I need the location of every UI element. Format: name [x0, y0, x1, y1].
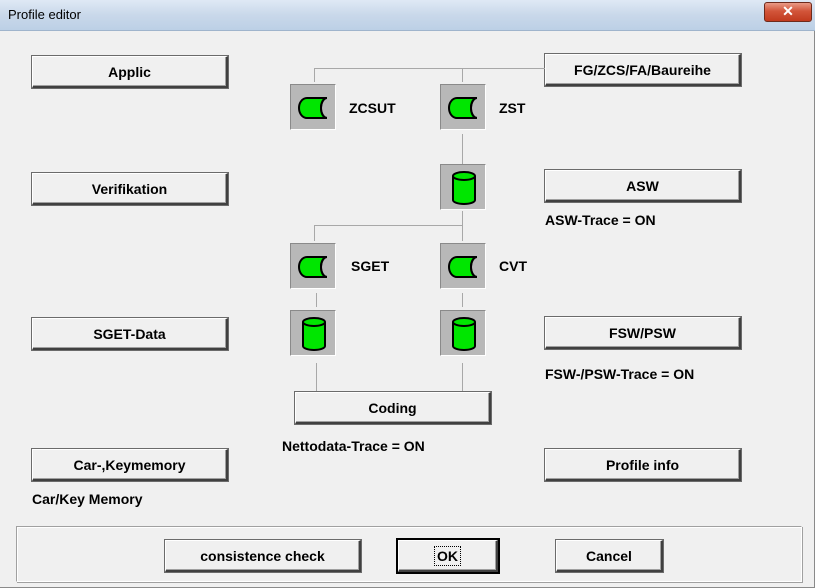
sget-label: SGET [351, 258, 390, 274]
process-icon [448, 97, 478, 119]
connector-line [316, 293, 317, 307]
database-icon [452, 317, 476, 351]
coding-button-label: Coding [368, 399, 417, 416]
database-icon [302, 317, 326, 351]
connector-line [462, 134, 463, 164]
window-title: Profile editor [8, 7, 81, 22]
process-icon [448, 256, 478, 278]
verifikation-button[interactable]: Verifikation [32, 173, 228, 205]
car-keymemory-button[interactable]: Car-,Keymemory [32, 449, 228, 481]
asw-button[interactable]: ASW [545, 170, 741, 202]
sget-data-button[interactable]: SGET-Data [32, 318, 228, 350]
cancel-button-label: Cancel [586, 547, 632, 564]
process-icon [298, 256, 328, 278]
fg-zcs-fa-baureihe-button[interactable]: FG/ZCS/FA/Baureihe [545, 54, 741, 86]
connector-line [462, 363, 463, 391]
connector-line [314, 68, 545, 69]
database-icon [452, 171, 476, 205]
cancel-button[interactable]: Cancel [556, 540, 663, 572]
asw-trace-status: ASW-Trace = ON [545, 212, 656, 228]
fsw-psw-button[interactable]: FSW/PSW [545, 317, 741, 349]
connector-line [316, 363, 317, 391]
consistence-check-button-label: consistence check [200, 547, 325, 564]
zcsut-node[interactable] [290, 84, 336, 130]
ok-button[interactable]: OK [398, 540, 498, 572]
profile-editor-window: Profile editor ✕ Applic Verifikation SGE… [0, 0, 815, 588]
zst-node[interactable] [440, 84, 486, 130]
process-icon [298, 97, 328, 119]
sget-data-button-label: SGET-Data [93, 325, 166, 342]
connector-line [462, 225, 463, 241]
asw-button-label: ASW [626, 177, 659, 194]
connector-line [314, 225, 315, 241]
profile-info-button[interactable]: Profile info [545, 449, 741, 481]
cvt-node[interactable] [440, 243, 486, 289]
connector-line [462, 68, 463, 82]
connector-line [314, 68, 315, 82]
applic-button-label: Applic [108, 63, 151, 80]
fg-button-label: FG/ZCS/FA/Baureihe [574, 61, 711, 78]
coding-button[interactable]: Coding [295, 392, 491, 424]
connector-line [462, 293, 463, 307]
title-bar[interactable]: Profile editor ✕ [0, 0, 815, 31]
profile-info-button-label: Profile info [605, 456, 680, 473]
connector-line [462, 211, 463, 225]
cvt-database-node[interactable] [440, 310, 486, 356]
applic-button[interactable]: Applic [32, 56, 228, 88]
fsw-psw-trace-status: FSW-/PSW-Trace = ON [545, 366, 695, 382]
asw-database-node[interactable] [440, 164, 486, 210]
nettodata-trace-status: Nettodata-Trace = ON [282, 438, 425, 454]
cvt-label: CVT [499, 258, 527, 274]
consistence-check-button[interactable]: consistence check [165, 540, 361, 572]
close-button[interactable]: ✕ [764, 2, 812, 22]
verifikation-button-label: Verifikation [91, 180, 168, 197]
zst-label: ZST [499, 100, 526, 116]
ok-button-label: OK [434, 545, 461, 566]
zcsut-label: ZCSUT [349, 100, 396, 116]
fsw-psw-button-label: FSW/PSW [609, 324, 676, 341]
car-keymemory-button-label: Car-,Keymemory [73, 456, 186, 473]
connector-line [314, 225, 463, 226]
sget-database-node[interactable] [290, 310, 336, 356]
sget-node[interactable] [290, 243, 336, 289]
car-key-memory-status: Car/Key Memory [32, 491, 143, 507]
close-icon: ✕ [782, 3, 794, 19]
